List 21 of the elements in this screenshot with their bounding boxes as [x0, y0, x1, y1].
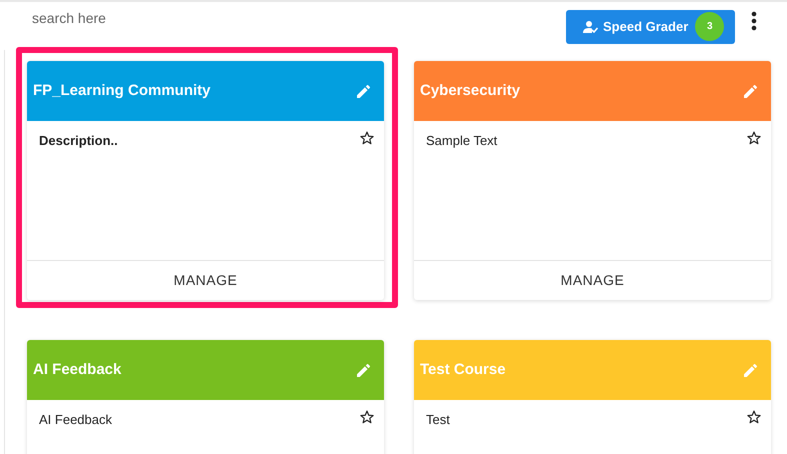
- speed-grader-button[interactable]: Speed Grader 3: [566, 10, 735, 44]
- more-options-icon[interactable]: [751, 10, 757, 30]
- edit-icon[interactable]: [357, 84, 370, 98]
- star-icon[interactable]: [747, 410, 761, 424]
- course-title: Test Course: [420, 360, 507, 380]
- course-title: AI Feedback: [33, 360, 122, 380]
- star-icon[interactable]: [747, 131, 761, 145]
- star-icon[interactable]: [360, 410, 374, 424]
- user-check-icon: [583, 20, 598, 34]
- search-field[interactable]: search here: [32, 8, 252, 28]
- course-description: Sample Text: [426, 132, 498, 150]
- course-description: AI Feedback: [39, 411, 113, 429]
- course-description: Test: [426, 411, 451, 429]
- manage-button[interactable]: MANAGE: [560, 270, 624, 291]
- course-title: FP_Learning Community: [33, 80, 212, 101]
- course-description: Description..: [39, 132, 119, 150]
- edit-icon[interactable]: [744, 84, 757, 98]
- count-badge: 3: [695, 12, 724, 41]
- star-icon[interactable]: [360, 131, 374, 145]
- manage-button[interactable]: MANAGE: [174, 270, 238, 291]
- course-title: Cybersecurity: [420, 80, 522, 101]
